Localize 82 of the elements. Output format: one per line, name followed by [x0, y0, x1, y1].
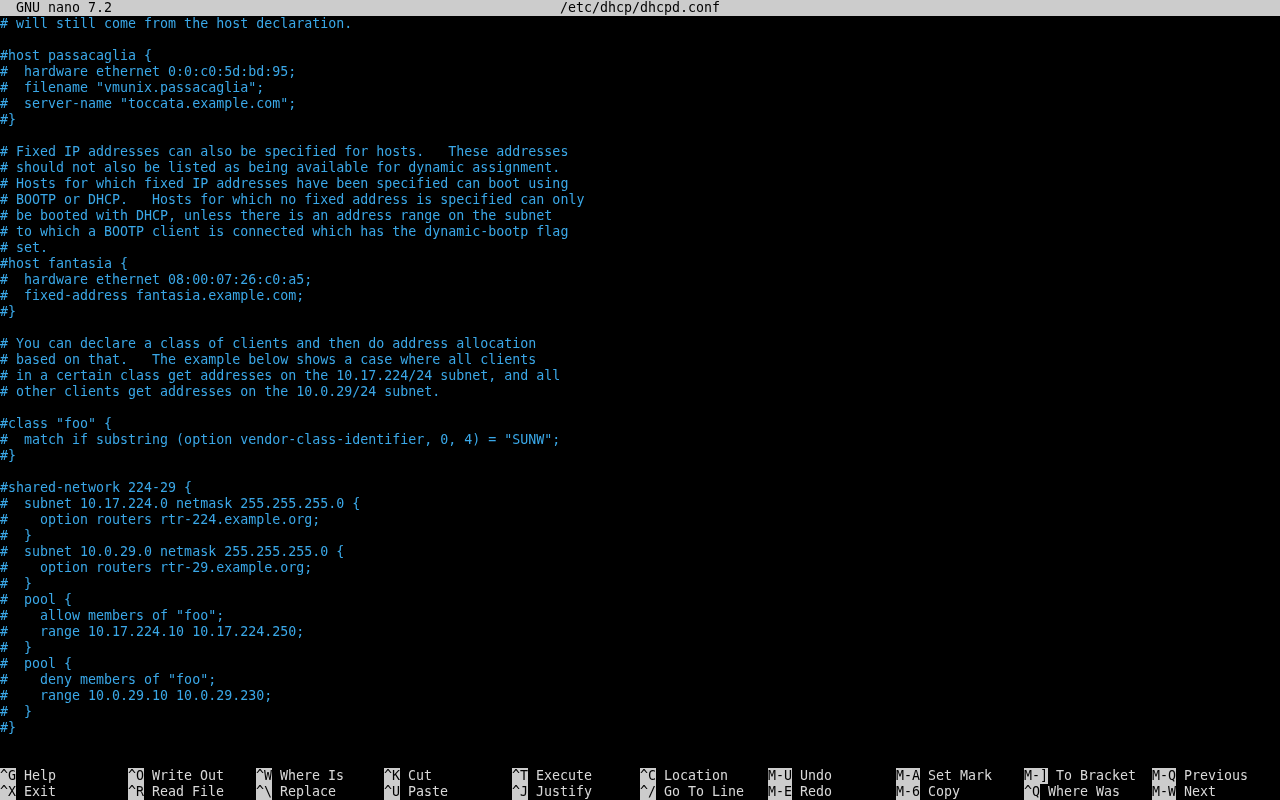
code-line: # other clients get addresses on the 10.0.29/24 subnet. [0, 384, 441, 400]
shortcut-label: To Bracket [1056, 768, 1137, 784]
shortcut-label: Replace [280, 784, 337, 800]
shortcut-key[interactable]: ^G [0, 768, 16, 784]
shortcut-label: Copy [928, 784, 961, 800]
code-line: # fixed-address fantasia.example.com; [0, 288, 305, 304]
shortcut-label: Write Out [152, 768, 225, 784]
shortcut-key[interactable]: ^O [128, 768, 144, 784]
code-line: # Fixed IP addresses can also be specified for hosts. These addresses [0, 144, 569, 160]
shortcut-key[interactable]: ^W [256, 768, 272, 784]
shortcut-label: Where Is [280, 768, 345, 784]
code-line: # } [0, 640, 33, 656]
code-line: # } [0, 576, 33, 592]
code-line: #} [0, 112, 16, 128]
shortcut-label: Previous [1184, 768, 1249, 784]
code-line: # hardware ethernet 0:0:c0:5d:bd:95; [0, 64, 297, 80]
code-line: #host fantasia { [0, 256, 129, 272]
shortcut-key[interactable]: ^X [0, 784, 16, 800]
code-line: # range 10.17.224.10 10.17.224.250; [0, 624, 305, 640]
code-line: # } [0, 528, 33, 544]
shortcut-label: Paste [408, 784, 449, 800]
shortcut-label: Where Was [1048, 784, 1121, 800]
code-line: # hardware ethernet 08:00:07:26:c0:a5; [0, 272, 313, 288]
shortcut-key[interactable]: ^U [384, 784, 400, 800]
code-line: #shared-network 224-29 { [0, 480, 193, 496]
shortcut-key[interactable]: M-E [768, 784, 793, 800]
code-line: # You can declare a class of clients and then do address allocation [0, 336, 537, 352]
shortcut-key[interactable]: ^R [128, 784, 144, 800]
code-line: # filename "vmunix.passacaglia"; [0, 80, 265, 96]
code-line: # } [0, 704, 33, 720]
shortcut-label: Justify [536, 784, 593, 800]
shortcut-key[interactable]: M-Q [1152, 768, 1177, 784]
shortcut-key[interactable]: ^\ [256, 784, 272, 800]
code-line: # match if substring (option vendor-class-identifier, 0, 4) = "SUNW"; [0, 432, 561, 448]
shortcut-key[interactable]: ^K [384, 768, 400, 784]
code-line: # to which a BOOTP client is connected which has the dynamic-bootp flag [0, 224, 569, 240]
code-line: # set. [0, 240, 49, 256]
code-line: #} [0, 304, 16, 320]
shortcut-key[interactable]: M-6 [896, 784, 921, 800]
code-line: #host passacaglia { [0, 48, 153, 64]
code-line: # BOOTP or DHCP. Hosts for which no fixed address is specified can only [0, 192, 585, 208]
code-line: # Hosts for which fixed IP addresses have been specified can boot using [0, 176, 569, 192]
code-line: # subnet 10.0.29.0 netmask 255.255.255.0 { [0, 544, 345, 560]
file-name: /etc/dhcp/dhcpd.conf [559, 0, 721, 16]
code-line: #class "foo" { [0, 416, 113, 432]
shortcut-key[interactable]: M-A [896, 768, 921, 784]
shortcut-label: Execute [536, 768, 593, 784]
code-line: # will still come from the host declaration. [0, 16, 353, 32]
code-line: # should not also be listed as being available for dynamic assignment. [0, 160, 561, 176]
code-line: # be booted with DHCP, unless there is an address range on the subnet [0, 208, 553, 224]
app-version: GNU nano 7.2 [16, 0, 113, 16]
shortcut-key[interactable]: ^/ [640, 784, 656, 800]
shortcut-key[interactable]: M-] [1024, 768, 1049, 784]
shortcut-key[interactable]: M-U [768, 768, 793, 784]
code-line: # based on that. The example below shows a case where all clients [0, 352, 537, 368]
shortcut-label: Location [664, 768, 729, 784]
code-line: # option routers rtr-29.example.org; [0, 560, 313, 576]
shortcut-label: Undo [800, 768, 833, 784]
shortcut-key[interactable]: ^C [640, 768, 656, 784]
code-line: #} [0, 448, 16, 464]
shortcut-label: Go To Line [664, 784, 745, 800]
code-line: # server-name "toccata.example.com"; [0, 96, 297, 112]
code-line: # deny members of "foo"; [0, 672, 217, 688]
shortcut-label: Help [24, 768, 57, 784]
shortcut-key[interactable]: ^Q [1024, 784, 1040, 800]
shortcut-key[interactable]: ^T [512, 768, 528, 784]
shortcut-label: Read File [152, 784, 225, 800]
code-line: # option routers rtr-224.example.org; [0, 512, 321, 528]
code-line: # subnet 10.17.224.0 netmask 255.255.255.0 { [0, 496, 361, 512]
shortcut-label: Exit [24, 784, 57, 800]
code-line: # allow members of "foo"; [0, 608, 225, 624]
code-line: # in a certain class get addresses on the 10.17.224/24 subnet, and all [0, 368, 561, 384]
shortcut-key[interactable]: M-W [1152, 784, 1177, 800]
code-line: # pool { [0, 592, 73, 608]
code-line: #} [0, 720, 16, 736]
shortcut-key[interactable]: ^J [512, 784, 528, 800]
shortcut-label: Cut [408, 768, 433, 784]
code-line: # pool { [0, 656, 73, 672]
shortcut-label: Redo [800, 784, 833, 800]
shortcut-label: Next [1184, 784, 1217, 800]
code-line: # range 10.0.29.10 10.0.29.230; [0, 688, 273, 704]
shortcut-label: Set Mark [928, 768, 993, 784]
